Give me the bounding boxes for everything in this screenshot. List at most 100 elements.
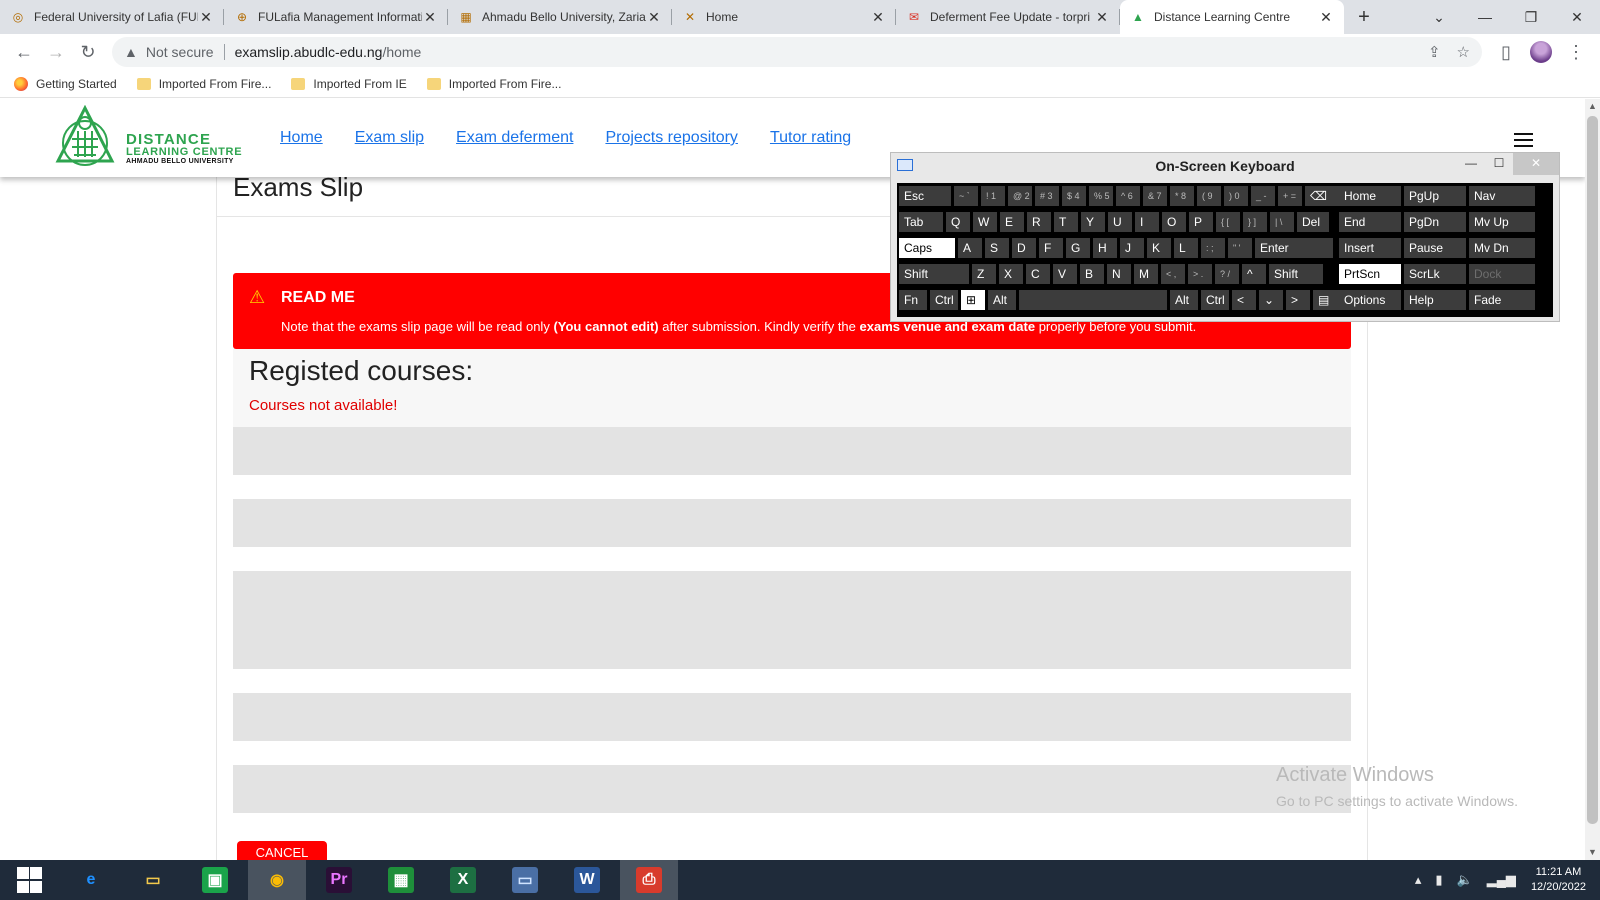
osk-key[interactable]: I <box>1135 212 1159 232</box>
excel-icon[interactable]: X <box>434 860 492 900</box>
osk-key[interactable]: Enter <box>1255 238 1333 258</box>
start-icon[interactable] <box>0 860 58 900</box>
osk-key[interactable]: U <box>1108 212 1132 232</box>
osk-key[interactable]: < , <box>1161 264 1185 284</box>
security-label[interactable]: Not secure <box>146 44 214 60</box>
tab-close-icon[interactable]: ✕ <box>1094 9 1110 26</box>
volume-icon[interactable]: 🔈 <box>1457 872 1473 888</box>
calculator-icon[interactable]: ▦ <box>372 860 430 900</box>
ie-icon[interactable]: e <box>62 860 120 900</box>
osk-key[interactable]: > . <box>1188 264 1212 284</box>
scrollbar-thumb[interactable] <box>1587 116 1598 824</box>
browser-tab[interactable]: ✉ Deferment Fee Update - torpri ✕ <box>896 0 1120 34</box>
close-window-icon[interactable]: ✕ <box>1554 9 1600 26</box>
nav-link-exam-deferment[interactable]: Exam deferment <box>456 129 573 147</box>
osk-key[interactable]: Fn <box>899 290 927 310</box>
browser-tab[interactable]: ✕ Home ✕ <box>672 0 896 34</box>
nav-link-exam-slip[interactable]: Exam slip <box>355 129 424 147</box>
nav-link-tutor-rating[interactable]: Tutor rating <box>770 129 851 147</box>
taskbar-clock[interactable]: 11:21 AM 12/20/2022 <box>1531 865 1586 895</box>
store-icon[interactable]: ▣ <box>186 860 244 900</box>
browser-tab[interactable]: ▲ Distance Learning Centre ✕ <box>1120 0 1344 34</box>
osk-key[interactable]: : ; <box>1201 238 1225 258</box>
osk-key[interactable]: ^ 6 <box>1116 186 1140 206</box>
new-tab-button[interactable]: + <box>1344 0 1384 34</box>
reload-icon[interactable]: ↻ <box>72 36 104 68</box>
acrobat-icon[interactable]: ⎙ <box>620 860 678 900</box>
osk-key[interactable]: D <box>1012 238 1036 258</box>
osk-close-icon[interactable]: ✕ <box>1513 153 1559 175</box>
tray-overflow-icon[interactable]: ▴ <box>1415 872 1422 888</box>
tab-close-icon[interactable]: ✕ <box>1318 9 1334 26</box>
osk-key[interactable]: PgDn <box>1404 212 1466 232</box>
osk-key[interactable]: Y <box>1081 212 1105 232</box>
profile-avatar[interactable] <box>1530 41 1552 63</box>
osk-key[interactable]: ~ ` <box>954 186 978 206</box>
minimize-icon[interactable]: — <box>1462 9 1508 25</box>
osk-key[interactable]: X <box>999 264 1023 284</box>
osk-key[interactable]: P <box>1189 212 1213 232</box>
dlc-logo[interactable] <box>52 105 118 171</box>
warning-icon[interactable]: ▲ <box>124 44 138 60</box>
osk-key[interactable]: O <box>1162 212 1186 232</box>
browser-tab[interactable]: ▦ Ahmadu Bello University, Zaria ✕ <box>448 0 672 34</box>
osk-key[interactable]: Ctrl <box>1201 290 1229 310</box>
osk-key[interactable]: } ] <box>1243 212 1267 232</box>
tab-close-icon[interactable]: ✕ <box>870 9 886 26</box>
osk-key[interactable]: Del <box>1297 212 1329 232</box>
osk-key[interactable]: @ 2 <box>1008 186 1032 206</box>
logo-text[interactable]: DISTANCE LEARNING CENTRE AHMADU BELLO UN… <box>126 132 242 165</box>
osk-key[interactable]: K <box>1147 238 1171 258</box>
osk-key[interactable]: $ 4 <box>1062 186 1086 206</box>
cancel-button[interactable]: CANCEL <box>237 841 327 860</box>
osk-key[interactable]: End <box>1339 212 1401 232</box>
osk-key[interactable]: Shift <box>899 264 969 284</box>
osk-key[interactable]: C <box>1026 264 1050 284</box>
osk-key[interactable]: T <box>1054 212 1078 232</box>
browser-tab[interactable]: ◎ Federal University of Lafia (FUL ✕ <box>0 0 224 34</box>
osk-key[interactable]: # 3 <box>1035 186 1059 206</box>
osk-key[interactable]: Dock <box>1469 264 1535 284</box>
osk-key[interactable]: B <box>1080 264 1104 284</box>
menu-kebab-icon[interactable]: ⋮ <box>1560 36 1592 68</box>
premiere-icon[interactable]: Pr <box>310 860 368 900</box>
osk-key[interactable]: | \ <box>1270 212 1294 232</box>
osk-key[interactable]: Ctrl <box>930 290 958 310</box>
osk-key[interactable]: Home <box>1339 186 1401 206</box>
osk-key[interactable]: Mv Up <box>1469 212 1535 232</box>
osk-key[interactable]: F <box>1039 238 1063 258</box>
word-icon[interactable]: W <box>558 860 616 900</box>
osk-key[interactable]: S <box>985 238 1009 258</box>
osk-key[interactable]: ) 0 <box>1224 186 1248 206</box>
osk-minimize-icon[interactable]: — <box>1457 153 1485 175</box>
osk-key[interactable]: L <box>1174 238 1198 258</box>
osk-key[interactable]: ^ <box>1242 264 1266 284</box>
osk-key[interactable]: * 8 <box>1170 186 1194 206</box>
osk-key[interactable]: Options <box>1339 290 1401 310</box>
osk-key[interactable]: E <box>1000 212 1024 232</box>
osk-key[interactable]: Help <box>1404 290 1466 310</box>
chrome-icon[interactable]: ◉ <box>248 860 306 900</box>
bookmark-star-icon[interactable]: ☆ <box>1457 43 1470 61</box>
osk-key[interactable]: ? / <box>1215 264 1239 284</box>
osk-key[interactable]: ! 1 <box>981 186 1005 206</box>
osk-key[interactable]: Pause <box>1404 238 1466 258</box>
bookmark-item[interactable]: Imported From IE <box>291 77 407 91</box>
osk-key[interactable] <box>1019 290 1167 310</box>
page-scrollbar[interactable]: ▲ ▼ <box>1585 99 1600 860</box>
browser-tab[interactable]: ⊕ FULafia Management Informati ✕ <box>224 0 448 34</box>
network-icon[interactable]: ▂▄▆ <box>1487 872 1516 888</box>
bookmark-item[interactable]: Imported From Fire... <box>136 77 271 91</box>
explorer-icon[interactable]: ▭ <box>124 860 182 900</box>
osk-key[interactable]: " ' <box>1228 238 1252 258</box>
osk-key[interactable]: Nav <box>1469 186 1535 206</box>
battery-icon[interactable]: ▮ <box>1435 872 1442 888</box>
url-path[interactable]: /home <box>382 44 421 60</box>
tab-close-icon[interactable]: ✕ <box>646 9 662 26</box>
osk-key[interactable]: Q <box>946 212 970 232</box>
osk-key[interactable]: PrtScn <box>1339 264 1401 284</box>
osk-key[interactable]: W <box>973 212 997 232</box>
side-panel-icon[interactable]: ▯ <box>1490 36 1522 68</box>
osk-key[interactable]: N <box>1107 264 1131 284</box>
bookmark-item[interactable]: Getting Started <box>14 76 117 91</box>
